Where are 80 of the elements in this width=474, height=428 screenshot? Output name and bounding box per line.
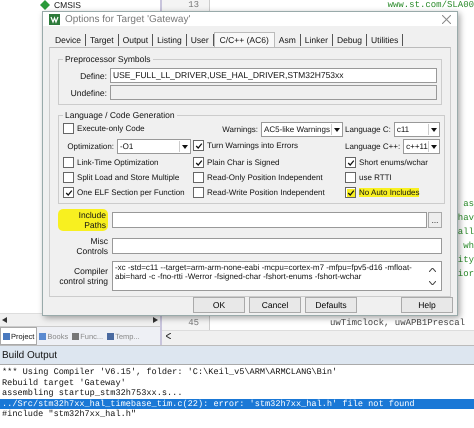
square-icon (72, 332, 80, 340)
group-title: Preprocessor Symbols (64, 54, 152, 64)
code-line: uwTimclock, uwAPB1Prescal (329, 318, 466, 330)
tab[interactable]: Listing (153, 34, 187, 46)
dropdown-arrow-icon (428, 141, 439, 152)
dropdown[interactable]: -O1 (117, 139, 191, 154)
code-fragment: ior (458, 269, 474, 279)
checkbox[interactable]: One ELF Section per Function (63, 186, 185, 199)
dialog-button[interactable]: Cancel (249, 297, 301, 313)
dropdown-arrow-icon (428, 124, 439, 135)
checkmark-icon (346, 188, 354, 196)
field-label: Misc Controls (75, 236, 108, 256)
field-label: Include Paths (58, 209, 108, 231)
tab[interactable]: Utilities (367, 34, 404, 46)
select-label: Language C: (345, 125, 391, 134)
scroll-left-icon[interactable] (2, 317, 7, 323)
checkbox[interactable]: Short enums/wchar (345, 156, 428, 169)
dialog-button[interactable]: OK (193, 297, 245, 313)
select-label: Language C++: (345, 142, 400, 151)
dropdown[interactable]: AC5-like Warnings (261, 122, 343, 137)
code-fragment: as (463, 199, 474, 209)
checkmark-icon (64, 188, 72, 196)
square-icon (3, 332, 10, 340)
line-number: 13 (187, 0, 199, 10)
panel-title: Build Output (0, 345, 474, 364)
scroll-left-icon[interactable] (166, 333, 171, 339)
select-label: Optimization: (67, 142, 114, 151)
checkbox[interactable]: Read-Only Position Independent (193, 171, 323, 184)
input-field[interactable]: USE_FULL_LL_DRIVER,USE_HAL_DRIVER,STM32H753xx (110, 68, 437, 83)
close-icon[interactable] (442, 14, 451, 24)
checkbox[interactable]: Link-Time Optimization (63, 156, 159, 169)
field-label: Compiler control string (58, 266, 108, 286)
tab[interactable]: Device (51, 34, 86, 46)
output-line[interactable]: assembling startup_stm32h753xx.s... (0, 388, 474, 398)
field-label: Define: (79, 70, 107, 80)
dropdown[interactable]: c11 (394, 122, 440, 137)
input-field[interactable] (112, 212, 427, 228)
code-fragment: wh (463, 241, 474, 251)
dropdown-arrow-icon (331, 124, 342, 135)
input-field[interactable] (110, 85, 437, 100)
code-fragment: all (458, 227, 474, 237)
select-label: Warnings: (222, 125, 258, 134)
checkbox[interactable]: Plain Char is Signed (193, 156, 280, 169)
checkmark-icon (194, 142, 202, 150)
tab[interactable]: Debug (332, 34, 368, 46)
window-title: Options for Target 'Gateway' (65, 14, 192, 24)
checkbox[interactable]: Turn Warnings into Errors (193, 139, 298, 152)
scroll-up-icon[interactable] (429, 268, 436, 272)
text-area[interactable]: -xc -std=c11 --target=arm-arm-none-eabi -mcpu=cortex-m7 -mfpu=fpv5-d16 -mfloat-abi=hard -c -fno-rtti -Werror -fsigned-char -fshort-enums -fshort-wchar (112, 261, 442, 291)
square-icon (39, 332, 46, 340)
checkmark-icon (346, 158, 354, 166)
checkmark-icon (194, 158, 202, 166)
dialog-button[interactable]: Defaults (305, 297, 357, 313)
output-line[interactable]: *** Using Compiler 'V6.15', folder: 'C:\Keil_v5\ARM\ARMCLANG\Bin' (0, 367, 474, 378)
tab[interactable]: Target (86, 34, 119, 46)
checkbox[interactable]: Read-Write Position Independent (193, 186, 325, 199)
tab[interactable]: Asm (274, 34, 301, 46)
line-number: 45 (187, 318, 199, 328)
dropdown[interactable]: c++11 (403, 139, 440, 154)
square-icon (107, 332, 114, 340)
tab[interactable]: C/C++ (AC6) (214, 32, 275, 47)
code-fragment: ity (458, 255, 474, 265)
code-fragment: hav (458, 213, 474, 223)
output-line[interactable]: Rebuild target 'Gateway' (0, 378, 474, 388)
scroll-down-icon[interactable] (429, 280, 436, 284)
tab[interactable]: Linker (300, 34, 333, 46)
dialog-button[interactable]: Help (401, 297, 453, 313)
dropdown-arrow-icon (179, 141, 190, 152)
scroll-right-icon[interactable] (153, 317, 158, 323)
browse-button[interactable]: ... (428, 212, 442, 228)
checkbox[interactable]: Split Load and Store Multiple (63, 171, 180, 184)
output-line[interactable]: #include "stm32h7xx_hal.h" (0, 409, 474, 420)
checkbox[interactable]: Execute-only Code (63, 122, 145, 135)
code-line: www.st.com/SLA00 (386, 0, 474, 10)
input-field[interactable] (112, 238, 442, 254)
tab[interactable]: Output (118, 34, 154, 46)
group-title: Language / Code Generation (64, 110, 176, 120)
field-label: Undefine: (70, 88, 107, 98)
checkbox[interactable]: use RTTI (345, 171, 392, 184)
tree-item[interactable]: CMSIS (54, 0, 81, 10)
